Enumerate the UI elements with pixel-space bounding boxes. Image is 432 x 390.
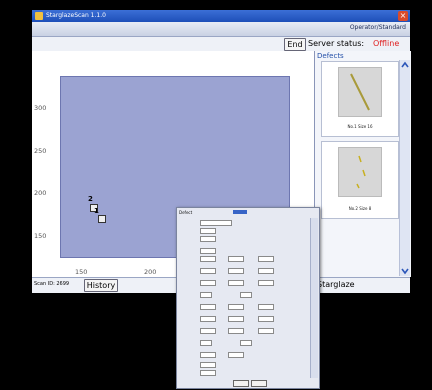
defect-image [338,147,382,197]
defect-thumbnail[interactable]: No.1 Size 16 [321,61,399,137]
form-row [180,370,310,376]
defects-scrollbar[interactable] [399,60,410,276]
server-status-value: Offline [373,39,400,48]
form-row [180,328,310,334]
form-input[interactable] [228,352,244,358]
toolbar: End Server status: Offline [32,37,410,51]
scan-id: Scan ID: 2699 [34,281,70,287]
form-input[interactable] [228,256,244,262]
form-input[interactable] [200,256,216,262]
y-tick: 200 [34,189,47,197]
server-status-label: Server status: [308,39,365,48]
form-input[interactable] [200,220,232,226]
defect-caption: No.2 Size 8 [348,206,372,211]
title-bar: StarglazeScan 1.1.0 × [32,10,410,22]
form-input[interactable] [258,268,274,274]
form-input[interactable] [258,256,274,262]
form-input[interactable] [240,340,252,346]
form-input[interactable] [200,316,216,322]
form-input[interactable] [200,362,216,368]
form-row [180,236,310,242]
dialog-ok-button[interactable] [233,380,249,387]
form-row [180,316,310,322]
form-input[interactable] [258,328,274,334]
defect-thumbnail[interactable]: No.2 Size 8 [321,141,399,219]
form-input[interactable] [200,328,216,334]
scroll-down-icon[interactable] [400,266,410,276]
history-button[interactable]: History [84,279,118,292]
dialog-scrollbar[interactable] [310,218,318,378]
form-input[interactable] [200,228,216,234]
user-menu[interactable]: Operator/Standard [350,24,406,31]
form-row [180,362,310,368]
defect-settings-dialog: Defect [176,207,320,389]
close-icon[interactable]: × [398,11,408,21]
form-input[interactable] [228,268,244,274]
form-input[interactable] [200,292,212,298]
form-row [180,220,310,226]
app-icon [35,12,43,20]
form-input[interactable] [258,316,274,322]
form-input[interactable] [200,280,216,286]
form-input[interactable] [200,352,216,358]
form-input[interactable] [228,316,244,322]
form-input[interactable] [228,280,244,286]
y-tick: 300 [34,104,47,112]
form-row [180,280,310,286]
form-input[interactable] [200,268,216,274]
form-row [180,268,310,274]
defect-marker-label: 2 [88,195,93,203]
dialog-title: Defect [179,210,193,215]
form-input[interactable] [200,236,216,242]
y-tick: 150 [34,232,47,240]
form-row [180,340,310,346]
form-row [180,248,310,254]
form-input[interactable] [200,340,212,346]
x-tick: 200 [144,268,157,276]
form-input[interactable] [200,248,216,254]
form-row [180,304,310,310]
form-input[interactable] [240,292,252,298]
form-input[interactable] [200,304,216,310]
form-row [180,292,310,298]
defect-image [338,67,382,117]
form-row [180,352,310,358]
dialog-cancel-button[interactable] [251,380,267,387]
defects-title: Defects [317,52,344,60]
dialog-selected-field[interactable] [233,210,247,214]
defect-marker-label: 1 [94,207,99,215]
form-input[interactable] [258,280,274,286]
defect-caption: No.1 Size 16 [347,124,373,129]
defects-panel: Defects No.1 Size 16 No.2 Size 8 [314,51,411,277]
product-name: Starglaze Premium.xml [317,280,370,301]
end-button[interactable]: End [284,38,306,51]
form-input[interactable] [200,370,216,376]
form-input[interactable] [228,304,244,310]
form-row [180,228,310,234]
form-input[interactable] [258,304,274,310]
y-tick: 250 [34,147,47,155]
defect-marker[interactable] [98,215,106,223]
menu-bar: Operator/Standard [32,22,410,37]
form-input[interactable] [228,328,244,334]
form-row [180,256,310,262]
window-title: StarglazeScan 1.1.0 [46,12,106,19]
scroll-up-icon[interactable] [400,60,410,70]
x-tick: 150 [75,268,88,276]
